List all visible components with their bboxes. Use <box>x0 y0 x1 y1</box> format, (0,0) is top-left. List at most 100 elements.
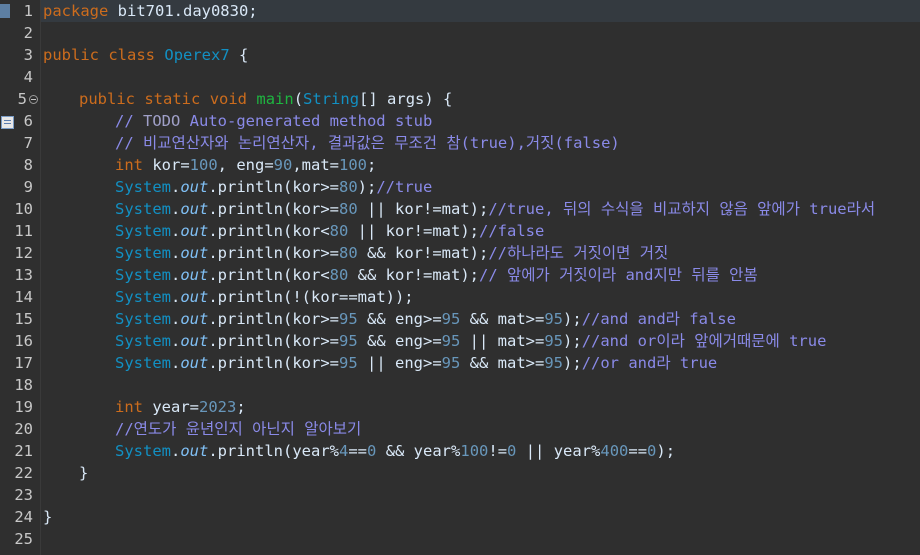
code-line[interactable]: } <box>41 506 52 528</box>
code-line[interactable]: } <box>41 462 88 484</box>
code-text: ); <box>563 310 582 328</box>
comment: //true <box>376 178 433 196</box>
code-line[interactable]: int year=2023; <box>41 396 246 418</box>
number-literal: 95 <box>544 354 564 372</box>
comment: //and and라 false <box>581 310 736 328</box>
code-line[interactable]: public class Operex7 { <box>41 44 248 66</box>
line-number: 11 <box>14 222 33 240</box>
code-line[interactable]: System.out.println(year%4==0 && year%100… <box>41 440 675 462</box>
line-number: 18 <box>14 376 33 394</box>
static-field: out <box>180 178 209 196</box>
code-line[interactable]: System.out.println(kor>=95 && eng>=95 ||… <box>41 330 826 352</box>
class-name: String <box>303 90 360 108</box>
code-text: . <box>171 310 181 328</box>
number-literal: 0 <box>507 442 517 460</box>
code-text-area[interactable]: package bit701.day0830; public class Ope… <box>41 0 920 555</box>
comment: //or and라 true <box>581 354 718 372</box>
line-number: 8 <box>23 156 33 174</box>
keyword: package <box>43 2 109 20</box>
static-field: out <box>180 354 209 372</box>
number-literal: 100 <box>189 156 218 174</box>
keyword: public <box>79 90 135 108</box>
code-line[interactable]: public static void main(String[] args) { <box>41 88 452 110</box>
class-name: System <box>115 354 171 372</box>
code-text: . <box>171 332 181 350</box>
code-line[interactable]: System.out.println(kor>=80 && kor!=mat);… <box>41 242 668 264</box>
number-literal: 0 <box>647 442 657 460</box>
line-number: 21 <box>14 442 33 460</box>
code-text: || eng>= <box>357 354 442 372</box>
code-text: == <box>348 442 368 460</box>
code-text: . <box>171 200 181 218</box>
code-text: . <box>171 266 181 284</box>
code-text: == <box>628 442 648 460</box>
number-literal: 2023 <box>199 398 237 416</box>
code-line[interactable]: int kor=100, eng=90,mat=100; <box>41 154 376 176</box>
line-number-gutter: 1 2 3 4 5 6 7 8 9 10 11 12 13 14 15 16 1… <box>0 0 41 555</box>
line-number: 22 <box>14 464 33 482</box>
code-text: .println(kor< <box>208 222 330 240</box>
code-text: ; <box>367 156 377 174</box>
code-line[interactable]: package bit701.day0830; <box>41 0 920 22</box>
code-line[interactable]: System.out.println(kor<80 && kor!=mat);/… <box>41 264 758 286</box>
code-text: .println(kor>= <box>208 200 339 218</box>
line-number: 7 <box>23 134 33 152</box>
code-text: ,mat= <box>292 156 340 174</box>
code-line[interactable]: System.out.println(kor>=80);//true <box>41 176 432 198</box>
number-literal: 95 <box>441 354 461 372</box>
line-number: 3 <box>23 46 33 64</box>
line-number: 1 <box>23 2 33 20</box>
code-line[interactable]: // 비교연산자와 논리연산자, 결과값은 무조건 참(true),거짓(fal… <box>41 132 620 154</box>
number-literal: 95 <box>544 310 564 328</box>
static-field: out <box>180 288 209 306</box>
line-number: 4 <box>23 68 33 86</box>
static-field: out <box>180 310 209 328</box>
keyword: int <box>115 398 143 416</box>
code-text: && mat>= <box>460 310 545 328</box>
code-text: && eng>= <box>357 310 442 328</box>
line-number: 14 <box>14 288 33 306</box>
fold-collapse-icon[interactable] <box>29 95 38 104</box>
number-literal: 400 <box>600 442 629 460</box>
code-text: ( <box>293 90 304 108</box>
line-number: 17 <box>14 354 33 372</box>
number-literal: 80 <box>329 266 349 284</box>
code-line[interactable]: // TODO Auto-generated method stub <box>41 110 432 132</box>
code-line[interactable]: System.out.println(kor>=80 || kor!=mat);… <box>41 198 875 220</box>
closing-brace: } <box>43 508 53 526</box>
comment: //하나라도 거짓이면 거짓 <box>488 244 669 262</box>
static-field: out <box>180 222 209 240</box>
code-text: ); <box>656 442 676 460</box>
code-text: ; <box>236 398 246 416</box>
code-text: || year% <box>516 442 601 460</box>
static-field: out <box>180 244 209 262</box>
number-literal: 80 <box>339 200 358 218</box>
number-literal: 80 <box>329 222 349 240</box>
number-literal: 90 <box>273 156 293 174</box>
comment: // 비교연산자와 논리연산자, 결과값은 무조건 참(true),거짓(fal… <box>115 134 620 152</box>
code-text: { <box>229 46 249 64</box>
class-name: System <box>115 332 171 350</box>
code-text: .println(kor< <box>208 266 330 284</box>
line-number: 23 <box>14 486 33 504</box>
static-field: out <box>180 266 209 284</box>
keyword: class <box>108 46 156 64</box>
code-text: ); <box>357 178 377 196</box>
closing-brace: } <box>79 464 89 482</box>
code-line[interactable]: System.out.println(kor>=95 && eng>=95 &&… <box>41 308 736 330</box>
keyword: static <box>144 90 201 108</box>
keyword: void <box>209 90 248 108</box>
code-editor[interactable]: 1 2 3 4 5 6 7 8 9 10 11 12 13 14 15 16 1… <box>0 0 920 555</box>
code-line[interactable]: System.out.println(kor>=95 || eng>=95 &&… <box>41 352 717 374</box>
number-literal: 80 <box>339 244 358 262</box>
comment: Auto-generated method stub <box>180 112 433 130</box>
code-text: ); <box>563 354 582 372</box>
line-number: 12 <box>14 244 33 262</box>
code-text: year= <box>143 398 199 416</box>
code-text: , eng= <box>217 156 274 174</box>
code-line[interactable]: System.out.println(kor<80 || kor!=mat);/… <box>41 220 544 242</box>
code-text: bit701.day0830; <box>108 2 258 20</box>
todo-tag: TODO <box>143 112 181 130</box>
code-line[interactable]: //연도가 윤년인지 아닌지 알아보기 <box>41 418 361 440</box>
code-line[interactable]: System.out.println(!(kor==mat)); <box>41 286 414 308</box>
